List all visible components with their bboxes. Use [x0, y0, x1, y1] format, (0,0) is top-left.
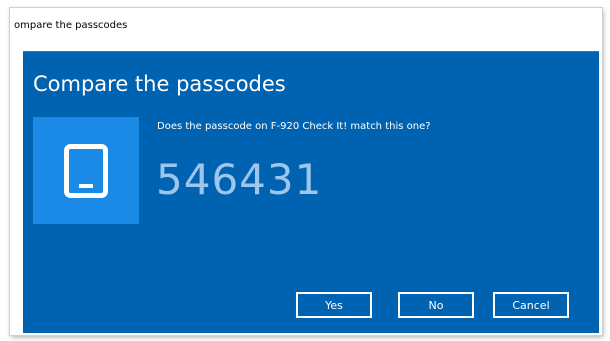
window-title: ompare the passcodes [14, 20, 128, 31]
passcode-value: 546431 [156, 155, 323, 204]
phone-icon [64, 144, 108, 198]
pairing-window: ompare the passcodes Compare the passcod… [10, 8, 602, 335]
cancel-button[interactable]: Cancel [493, 292, 569, 318]
compare-passcodes-dialog: Compare the passcodes Does the passcode … [23, 51, 599, 333]
title-bar[interactable]: ompare the passcodes [10, 8, 602, 42]
yes-button[interactable]: Yes [296, 292, 372, 318]
dialog-heading: Compare the passcodes [33, 72, 286, 96]
passcode-question: Does the passcode on F-920 Check It! mat… [157, 121, 431, 132]
no-button[interactable]: No [398, 292, 474, 318]
device-tile [33, 117, 139, 224]
